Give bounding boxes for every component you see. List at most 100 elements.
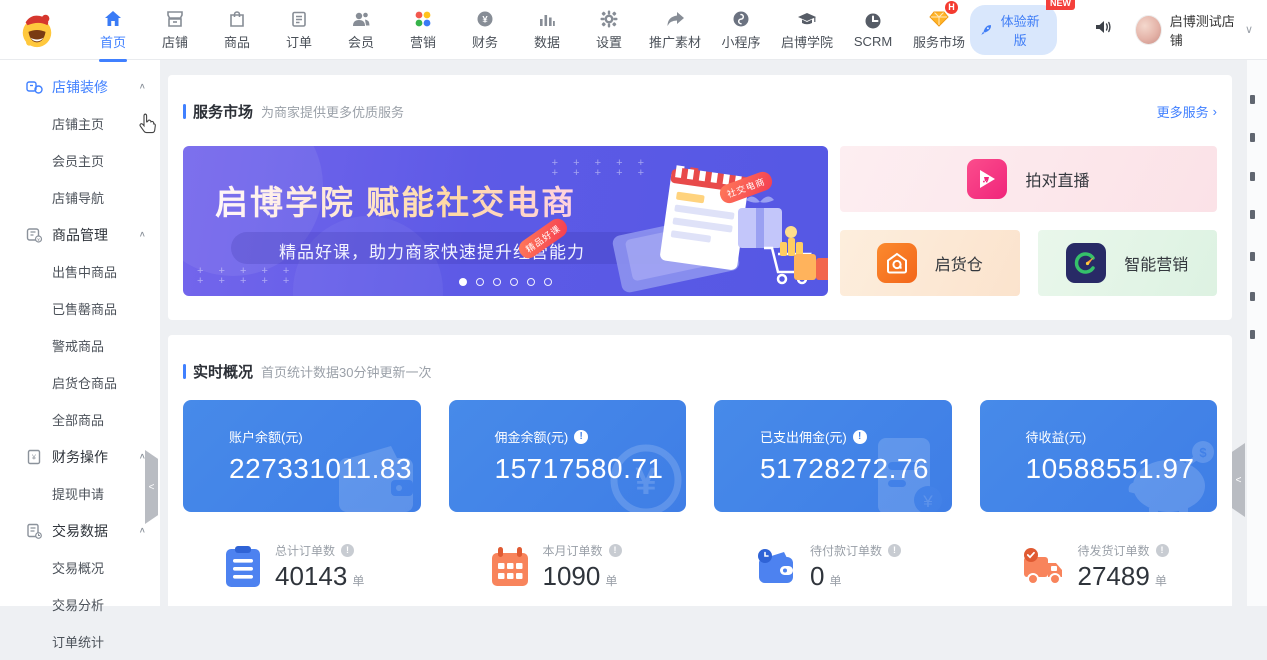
sidebar-item-all-products[interactable]: 全部商品: [0, 401, 160, 438]
coin-ghost-icon: ¥: [598, 438, 684, 512]
info-icon[interactable]: !: [341, 544, 354, 557]
share-arrow-icon: [666, 8, 685, 28]
nav-item-finance[interactable]: ¥ 财务: [458, 0, 512, 59]
data-doc-icon: [26, 523, 44, 539]
total-orders-stat: 总计订单数! 40143单: [183, 542, 421, 592]
main-content: 服务市场 为商家提供更多优质服务 更多服务 › + + + + + + + + …: [160, 60, 1267, 606]
chevron-right-icon: ›: [1213, 104, 1217, 119]
info-icon[interactable]: !: [888, 544, 901, 557]
sidebar-item-member-homepage[interactable]: 会员主页: [0, 142, 160, 179]
home-icon: [104, 8, 122, 28]
nav-item-settings[interactable]: 设置: [582, 0, 636, 59]
sidebar-group-product-management[interactable]: ¥ 商品管理 ∧: [0, 216, 160, 253]
smart-marketing-icon: [1066, 243, 1106, 283]
carousel-dots: [183, 278, 828, 286]
sidebar-collapse-handle[interactable]: <: [145, 450, 158, 524]
carousel-dot[interactable]: [544, 278, 552, 286]
nav-right-area: 体验新版 NEW 启博测试店铺 ∨: [970, 5, 1267, 55]
carousel-dot[interactable]: [510, 278, 518, 286]
service-market-panel: 服务市场 为商家提供更多优质服务 更多服务 › + + + + + + + + …: [168, 75, 1232, 320]
clipped-text-fragment: [1250, 210, 1255, 219]
clipped-text-fragment: [1250, 252, 1255, 261]
hot-badge: H: [945, 1, 958, 14]
service-card-live[interactable]: 拍对直播: [840, 146, 1217, 212]
academy-banner[interactable]: + + + + + + + + + + + + + + + + + + + + …: [183, 146, 828, 296]
finance-yen-icon: ¥: [476, 8, 494, 28]
nav-item-miniprogram[interactable]: 小程序: [714, 0, 768, 59]
sidebar-group-shop-decoration[interactable]: 店铺装修 ∧: [0, 68, 160, 105]
service-card-warehouse[interactable]: 启货仓: [840, 230, 1020, 296]
paid-commission-card[interactable]: 已支出佣金(元) ! 51728272.76 ¥: [714, 400, 952, 512]
bar-chart-icon: [538, 8, 556, 28]
clipped-right-panel: [1247, 60, 1267, 606]
gear-icon: [600, 8, 618, 28]
avatar[interactable]: [1135, 15, 1162, 45]
nav-item-home[interactable]: 首页: [86, 0, 140, 59]
section-subtitle: 首页统计数据30分钟更新一次: [261, 362, 431, 381]
total-orders-value: 40143: [275, 561, 347, 591]
sidebar-group-transaction-data[interactable]: 交易数据 ∧: [0, 512, 160, 549]
chevron-up-icon: ∧: [139, 452, 146, 461]
section-subtitle: 为商家提供更多优质服务: [261, 102, 404, 121]
banner-title: 启博学院 赋能社交电商: [215, 176, 576, 224]
info-icon[interactable]: !: [574, 430, 588, 444]
svg-text:¥: ¥: [922, 492, 933, 511]
members-icon: [351, 8, 371, 28]
clipped-text-fragment: [1250, 330, 1255, 339]
nav-item-shop[interactable]: 店铺: [148, 0, 202, 59]
sidebar-item-shop-homepage[interactable]: 店铺主页: [0, 105, 160, 142]
info-icon[interactable]: !: [609, 544, 622, 557]
miniprogram-icon: [732, 8, 750, 28]
nav-item-academy[interactable]: 启博学院: [776, 0, 838, 59]
sidebar-item-withdrawal-request[interactable]: 提现申请: [0, 475, 160, 512]
sidebar-item-shop-navigation[interactable]: 店铺导航: [0, 179, 160, 216]
carousel-dot[interactable]: [493, 278, 501, 286]
section-accent-bar: [183, 364, 186, 379]
nav-item-promo-material[interactable]: 推广素材: [644, 0, 706, 59]
clipboard-icon: [290, 8, 308, 28]
nav-item-marketing[interactable]: 营销: [396, 0, 450, 59]
account-balance-card[interactable]: 账户余额(元) 227331011.83: [183, 400, 421, 512]
speaker-icon[interactable]: [1093, 17, 1113, 42]
gem-icon: H: [929, 8, 949, 28]
nav-item-orders[interactable]: 订单: [272, 0, 326, 59]
commission-balance-card[interactable]: 佣金余额(元) ! 15717580.71 ¥: [449, 400, 687, 512]
sidebar-item-sold-out-products[interactable]: 已售罄商品: [0, 290, 160, 327]
right-panel-collapse-handle[interactable]: <: [1232, 443, 1245, 517]
nav-item-scrm[interactable]: SCRM: [846, 0, 900, 59]
carousel-dot[interactable]: [459, 278, 467, 286]
info-icon[interactable]: !: [1156, 544, 1169, 557]
piggy-bank-ghost-icon: $: [1119, 438, 1215, 512]
pending-income-card[interactable]: 待收益(元) 10588551.97 $: [980, 400, 1218, 512]
more-services-link[interactable]: 更多服务 ›: [1157, 102, 1217, 121]
wallet-clock-icon: [756, 547, 796, 587]
qibo-logo: [18, 11, 56, 49]
orders-clipboard-icon: [225, 546, 261, 588]
sidebar-item-alert-products[interactable]: 警戒商品: [0, 327, 160, 364]
service-card-smart-marketing[interactable]: 智能营销: [1038, 230, 1218, 296]
try-new-version-button[interactable]: 体验新版 NEW: [970, 5, 1057, 55]
calendar-icon: [491, 547, 529, 587]
chevron-up-icon: ∧: [139, 230, 146, 239]
carousel-dot[interactable]: [476, 278, 484, 286]
sidebar-item-transaction-analysis[interactable]: 交易分析: [0, 586, 160, 623]
nav-item-data[interactable]: 数据: [520, 0, 574, 59]
section-title: 实时概况: [193, 361, 253, 382]
bag-icon: [228, 8, 246, 28]
chevron-up-icon: ∧: [139, 526, 146, 535]
carousel-dot[interactable]: [527, 278, 535, 286]
sidebar-group-finance-operations[interactable]: ¥ 财务操作 ∧: [0, 438, 160, 475]
shop-name[interactable]: 启博测试店铺: [1170, 11, 1239, 49]
sidebar-item-transaction-overview[interactable]: 交易概况: [0, 549, 160, 586]
live-streaming-icon: [967, 159, 1007, 199]
nav-item-members[interactable]: 会员: [334, 0, 388, 59]
nav-item-products[interactable]: 商品: [210, 0, 264, 59]
nav-item-service-market[interactable]: H 服务市场: [908, 0, 970, 59]
sidebar-item-warehouse-products[interactable]: 启货仓商品: [0, 364, 160, 401]
chevron-down-icon[interactable]: ∨: [1245, 23, 1253, 36]
sidebar-item-order-statistics[interactable]: 订单统计: [0, 623, 160, 660]
wallet-ghost-icon: [333, 444, 419, 512]
sidebar-item-on-sale-products[interactable]: 出售中商品: [0, 253, 160, 290]
graduation-cap-icon: [797, 8, 817, 28]
section-title: 服务市场: [193, 101, 253, 122]
